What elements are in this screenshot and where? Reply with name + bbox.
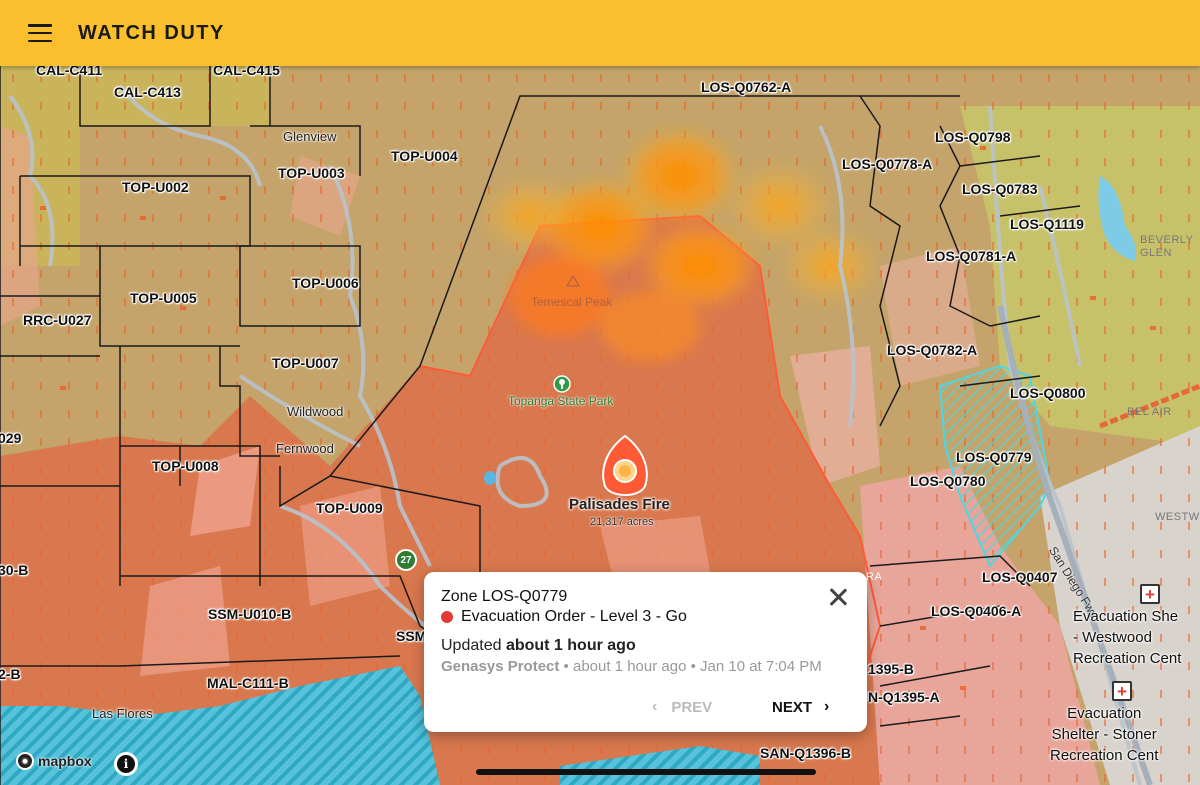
status-text: Evacuation Order - Level 3 - Go: [461, 608, 687, 625]
shelter-label[interactable]: Evacuation Shelter - Stoner Recreation C…: [1050, 703, 1158, 766]
mapbox-logo[interactable]: ● mapbox: [16, 752, 92, 770]
chevron-right-icon: ›: [824, 698, 830, 715]
zone-label[interactable]: LOS-Q0783: [962, 181, 1037, 197]
zone-label[interactable]: SAN-Q1396-B: [760, 745, 851, 761]
zone-label[interactable]: TOP-U004: [391, 148, 458, 164]
zone-label[interactable]: RRC-U027: [23, 312, 91, 328]
zone-label[interactable]: LOS-Q0782-A: [887, 342, 977, 358]
zone-label[interactable]: N-Q1395-A: [868, 689, 940, 705]
popup-title: Zone LOS-Q0779: [441, 588, 568, 605]
zone-label[interactable]: 029: [0, 430, 21, 446]
zone-label[interactable]: MAL-C111-B: [207, 675, 289, 691]
source-link[interactable]: Genasys Protect: [441, 658, 559, 675]
zone-label[interactable]: LOS-Q0407: [982, 569, 1057, 585]
zone-label[interactable]: 1395-B: [868, 661, 914, 677]
zone-label[interactable]: LOS-Q0779: [956, 449, 1031, 465]
shelter-icon[interactable]: +: [1140, 584, 1160, 604]
zone-label[interactable]: TOP-U002: [122, 179, 189, 195]
app-title: WATCH DUTY: [78, 21, 225, 44]
chevron-left-icon: ‹: [652, 698, 658, 715]
zone-label[interactable]: LOS-Q1119: [1010, 216, 1084, 232]
zone-label[interactable]: TOP-U006: [292, 275, 359, 291]
prev-button[interactable]: ‹ PREV: [652, 698, 712, 716]
zone-label[interactable]: 30-B: [0, 562, 28, 578]
place-label: BEVERLY GLEN: [1140, 234, 1194, 259]
zone-label[interactable]: LOS-Q0798: [935, 129, 1010, 145]
zone-label[interactable]: TOP-U008: [152, 458, 219, 474]
peak-label: Temescal Peak: [531, 295, 613, 309]
zone-popup: Zone LOS-Q0779 Evacuation Order - Level …: [424, 572, 867, 732]
zone-label[interactable]: CAL-C413: [114, 84, 181, 100]
evacuation-status: Evacuation Order - Level 3 - Go: [441, 608, 687, 626]
highway-shield-icon: 27: [395, 549, 417, 571]
zone-label[interactable]: LOS-Q0762-A: [701, 79, 791, 95]
zone-label[interactable]: SSM: [396, 628, 426, 644]
zone-label[interactable]: TOP-U003: [278, 165, 345, 181]
zone-label[interactable]: 2-B: [0, 666, 21, 682]
app-header: WATCH DUTY: [0, 0, 1200, 66]
next-button[interactable]: NEXT ›: [772, 698, 829, 716]
home-indicator[interactable]: [476, 769, 816, 775]
zone-label[interactable]: CAL-C411: [36, 66, 102, 78]
place-label: Las Flores: [92, 706, 153, 721]
zone-label[interactable]: TOP-U007: [272, 355, 339, 371]
place-label: Wildwood: [287, 404, 344, 419]
status-dot-icon: [441, 611, 453, 623]
shelter-icon[interactable]: +: [1112, 681, 1132, 701]
zone-label[interactable]: TOP-U005: [130, 290, 197, 306]
zone-label[interactable]: LOS-Q0406-A: [931, 603, 1021, 619]
zone-label[interactable]: CAL-C415: [213, 66, 280, 78]
updated-text: Updated about 1 hour ago: [441, 637, 636, 654]
info-button[interactable]: i: [114, 752, 138, 776]
zone-label[interactable]: LOS-Q0778-A: [842, 156, 932, 172]
zone-label[interactable]: LOS-Q0800: [1010, 385, 1085, 401]
mapbox-icon: ●: [16, 752, 34, 770]
zone-label[interactable]: SSM-U010-B: [208, 606, 291, 622]
zone-label[interactable]: LOS-Q0780: [910, 473, 985, 489]
place-label: Fernwood: [276, 441, 334, 456]
place-label: RA: [866, 571, 883, 583]
shelter-label[interactable]: Evacuation She - Westwood Recreation Cen…: [1073, 606, 1181, 669]
close-icon[interactable]: [827, 586, 849, 608]
source-text: Genasys Protect • about 1 hour ago • Jan…: [441, 658, 822, 675]
place-label: WESTW: [1155, 511, 1200, 523]
fire-acres: 21,317 acres: [590, 516, 654, 528]
zone-label[interactable]: TOP-U009: [316, 500, 383, 516]
place-label: Glenview: [283, 129, 337, 144]
park-label[interactable]: Topanga State Park: [508, 394, 613, 408]
info-icon: i: [117, 755, 135, 773]
place-label: BEL AIR: [1127, 406, 1172, 418]
zone-label[interactable]: LOS-Q0781-A: [926, 248, 1016, 264]
menu-icon[interactable]: [28, 24, 52, 42]
fire-name[interactable]: Palisades Fire: [569, 496, 670, 513]
